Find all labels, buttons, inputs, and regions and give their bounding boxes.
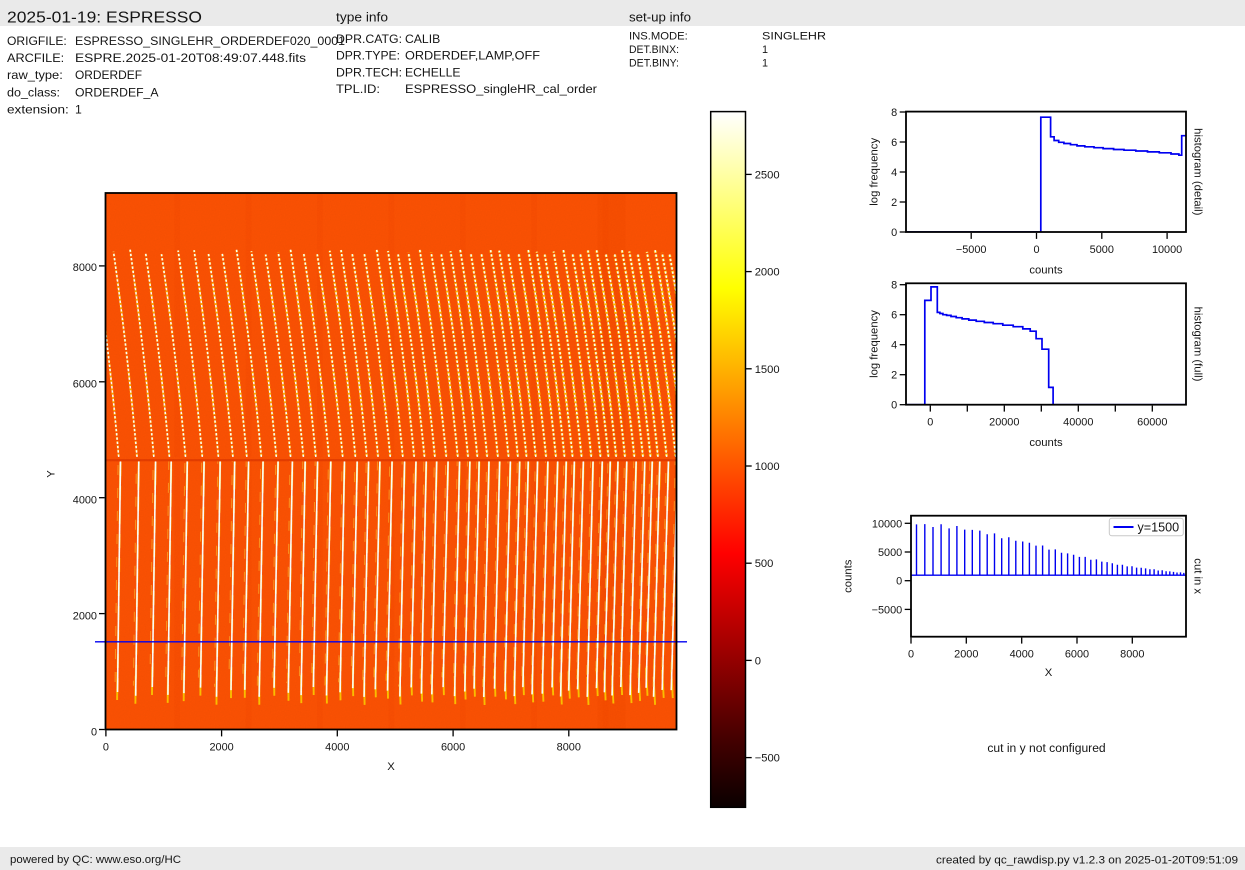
svg-text:2000: 2000 [73, 611, 97, 623]
svg-text:X: X [1045, 667, 1053, 679]
svg-text:extension:: extension: [7, 102, 69, 116]
svg-text:5000: 5000 [878, 547, 902, 559]
svg-text:0: 0 [927, 417, 933, 429]
svg-text:1500: 1500 [755, 364, 780, 376]
svg-text:4000: 4000 [73, 494, 97, 506]
svg-text:INS.MODE:: INS.MODE: [629, 31, 688, 43]
svg-text:do_class:: do_class: [7, 85, 60, 99]
svg-text:4000: 4000 [1010, 649, 1034, 661]
svg-text:0: 0 [755, 655, 761, 667]
svg-text:6000: 6000 [73, 378, 97, 390]
svg-text:2: 2 [891, 370, 897, 382]
svg-text:DET.BINX:: DET.BINX: [629, 44, 679, 56]
svg-text:8: 8 [891, 107, 897, 119]
svg-text:DET.BINY:: DET.BINY: [629, 58, 679, 70]
svg-text:60000: 60000 [1137, 417, 1167, 429]
svg-text:4: 4 [891, 340, 897, 352]
svg-text:6: 6 [891, 137, 897, 149]
svg-text:10000: 10000 [872, 518, 902, 530]
svg-text:ECHELLE: ECHELLE [405, 65, 461, 79]
svg-text:ESPRESSO_singleHR_cal_order: ESPRESSO_singleHR_cal_order [405, 82, 597, 96]
svg-text:ORDERDEF: ORDERDEF [75, 68, 142, 82]
svg-text:SINGLEHR: SINGLEHR [762, 31, 826, 43]
svg-text:histogram (full): histogram (full) [1192, 307, 1204, 382]
svg-text:500: 500 [755, 558, 774, 570]
svg-text:10000: 10000 [1152, 244, 1182, 256]
svg-text:DPR.TYPE:: DPR.TYPE: [336, 49, 400, 63]
svg-text:5000: 5000 [1090, 244, 1114, 256]
svg-text:powered by QC: www.eso.org/HC: powered by QC: www.eso.org/HC [10, 854, 181, 866]
svg-text:8000: 8000 [73, 262, 97, 274]
svg-text:0: 0 [91, 727, 97, 739]
svg-text:0: 0 [896, 576, 902, 588]
svg-text:0: 0 [103, 742, 109, 754]
svg-text:type info: type info [336, 11, 388, 25]
svg-text:cut in x: cut in x [1192, 558, 1204, 594]
svg-text:CALIB: CALIB [405, 32, 440, 46]
svg-text:0: 0 [1033, 244, 1039, 256]
svg-text:ESPRESSO_SINGLEHR_ORDERDEF020_: ESPRESSO_SINGLEHR_ORDERDEF020_0001 [75, 34, 345, 48]
svg-text:2: 2 [891, 197, 897, 209]
svg-text:2000: 2000 [755, 267, 780, 279]
svg-text:counts: counts [1029, 437, 1063, 449]
svg-text:TPL.ID:: TPL.ID: [336, 82, 380, 96]
svg-text:ARCFILE:: ARCFILE: [7, 51, 64, 65]
svg-text:ORDERDEF,LAMP,OFF: ORDERDEF,LAMP,OFF [405, 49, 540, 63]
svg-text:ORIGFILE:: ORIGFILE: [7, 34, 67, 48]
svg-text:−500: −500 [755, 753, 780, 765]
svg-text:set-up info: set-up info [629, 11, 691, 25]
svg-text:1: 1 [762, 58, 768, 70]
svg-text:6000: 6000 [1065, 649, 1089, 661]
svg-text:4: 4 [891, 167, 897, 179]
svg-text:created by qc_rawdisp.py v1.2.: created by qc_rawdisp.py v1.2.3 on 2025-… [936, 855, 1238, 867]
svg-text:−5000: −5000 [956, 244, 987, 256]
svg-text:counts: counts [1029, 265, 1063, 277]
svg-text:ESPRE.2025-01-20T08:49:07.448.: ESPRE.2025-01-20T08:49:07.448.fits [75, 51, 306, 65]
svg-text:0: 0 [891, 227, 897, 239]
svg-text:2025-01-19: ESPRESSO: 2025-01-19: ESPRESSO [7, 9, 202, 26]
svg-text:2500: 2500 [755, 169, 780, 181]
svg-text:0: 0 [908, 649, 914, 661]
svg-text:8000: 8000 [1120, 649, 1144, 661]
svg-text:8000: 8000 [557, 742, 581, 754]
svg-text:6: 6 [891, 310, 897, 322]
svg-text:1: 1 [762, 44, 768, 56]
svg-text:1: 1 [75, 102, 82, 116]
svg-text:8: 8 [891, 280, 897, 292]
svg-text:histogram (detail): histogram (detail) [1192, 128, 1204, 216]
svg-text:counts: counts [843, 559, 855, 593]
svg-text:raw_type:: raw_type: [7, 68, 63, 82]
svg-text:0: 0 [891, 400, 897, 412]
svg-text:Y: Y [46, 470, 58, 478]
svg-text:6000: 6000 [441, 742, 465, 754]
svg-text:ORDERDEF_A: ORDERDEF_A [75, 85, 159, 99]
svg-text:X: X [387, 761, 395, 773]
svg-text:20000: 20000 [989, 417, 1019, 429]
svg-text:2000: 2000 [954, 649, 978, 661]
svg-text:4000: 4000 [325, 742, 349, 754]
svg-text:2000: 2000 [209, 742, 233, 754]
svg-text:−5000: −5000 [872, 604, 903, 616]
svg-text:cut in y not configured: cut in y not configured [987, 741, 1105, 755]
svg-text:40000: 40000 [1063, 417, 1093, 429]
svg-text:log frequency: log frequency [869, 310, 881, 378]
svg-text:log frequency: log frequency [869, 138, 881, 206]
svg-text:1000: 1000 [755, 461, 780, 473]
svg-text:DPR.TECH:: DPR.TECH: [336, 65, 402, 79]
svg-text:DPR.CATG:: DPR.CATG: [336, 32, 402, 46]
svg-text:y=1500: y=1500 [1138, 520, 1180, 534]
